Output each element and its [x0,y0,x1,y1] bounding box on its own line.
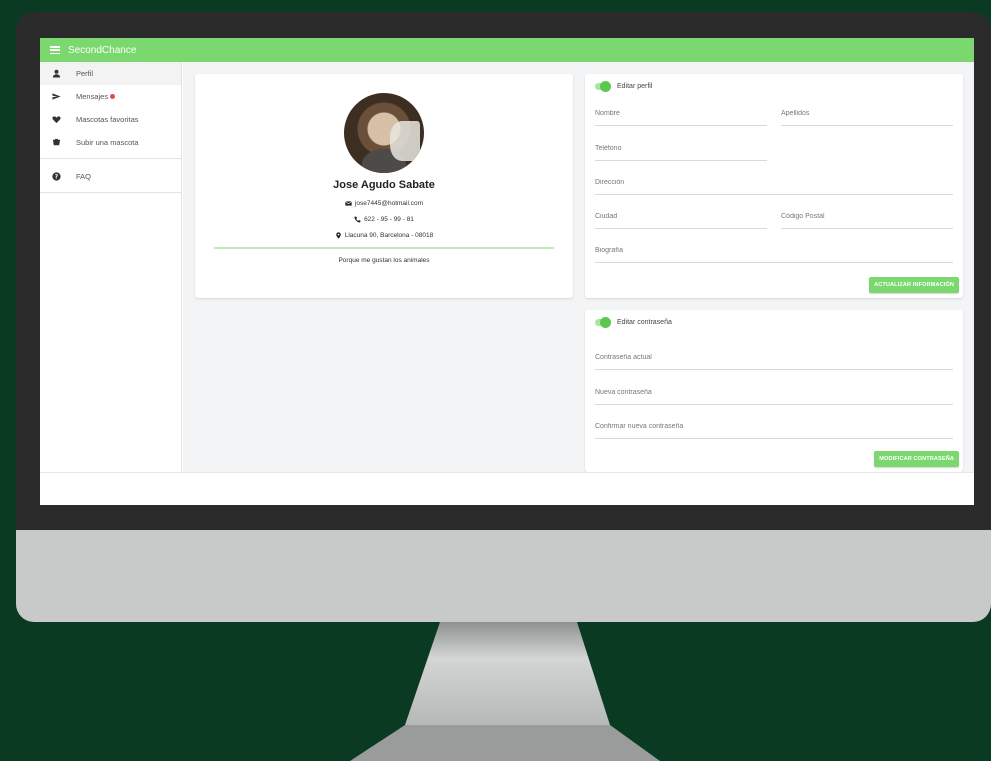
main-content: Jose Agudo Sabate jose7445@hotmail.com 6… [183,62,974,472]
profile-bio: Porque me gustan los animales [338,256,430,264]
footer-band [40,472,974,505]
edit-profile-toggle-row: Editar perfil [595,81,653,92]
edit-profile-toggle-label: Editar perfil [617,83,653,90]
profile-email: jose7445@hotmail.com [354,200,424,207]
location-icon [335,232,341,239]
sidebar-item-perfil[interactable]: Perfil [40,62,181,85]
apellidos-field[interactable] [781,104,953,126]
contrasena-actual-input[interactable] [595,354,953,361]
sidebar-divider [40,158,181,159]
phone-icon [354,216,361,223]
heart-icon [51,115,61,125]
nueva-contrasena-input[interactable] [595,389,953,396]
codigo-postal-field[interactable] [781,207,953,229]
app-title: SecondChance [68,44,137,56]
sidebar-item-faq[interactable]: ? FAQ [40,165,181,188]
app-bar: SecondChance [40,38,974,62]
edit-profile-toggle[interactable] [595,81,611,92]
profile-divider [214,247,554,249]
direccion-field[interactable] [595,173,953,195]
profile-address: Llacuna 90, Barcelona - 08018 [344,232,434,239]
mail-icon [345,201,352,206]
sidebar-item-subir-mascota[interactable]: Subir una mascota [40,131,181,154]
nombre-input[interactable] [595,110,767,117]
sidebar-item-label: Mascotas favoritas [76,115,139,124]
sidebar-item-label: Perfil [76,69,94,78]
paw-icon [51,138,61,148]
edit-password-toggle[interactable] [595,317,611,328]
ciudad-input[interactable] [595,213,767,220]
help-icon: ? [51,172,61,182]
profile-address-row: Llacuna 90, Barcelona - 08018 [195,232,573,239]
avatar [344,93,424,173]
ciudad-field[interactable] [595,207,767,229]
edit-password-card: Editar contraseña MODIFICAR CONTRASEÑA [585,310,963,472]
nueva-contrasena-field[interactable] [595,383,953,405]
telefono-field[interactable] [595,139,767,161]
sidebar-item-mascotas-favoritas[interactable]: Mascotas favoritas [40,108,181,131]
sidebar-item-mensajes[interactable]: Mensajes [40,85,181,108]
biografia-field[interactable] [595,241,953,263]
confirmar-contrasena-input[interactable] [595,423,953,430]
profile-phone-row: 622 - 95 - 99 - 81 [195,216,573,223]
actualizar-informacion-button[interactable]: ACTUALIZAR INFORMACIÓN [869,277,959,293]
profile-name: Jose Agudo Sabate [333,179,435,191]
contrasena-actual-field[interactable] [595,348,953,370]
biografia-input[interactable] [595,247,953,254]
sidebar: Perfil Mensajes Mascotas favoritas Subir… [40,62,182,472]
menu-icon[interactable] [50,46,60,54]
sidebar-divider [40,192,181,193]
person-icon [51,69,61,79]
edit-password-toggle-label: Editar contraseña [617,319,672,326]
sidebar-item-label: Subir una mascota [76,138,139,147]
profile-phone: 622 - 95 - 99 - 81 [364,216,414,223]
profile-email-row: jose7445@hotmail.com [195,200,573,207]
edit-password-toggle-row: Editar contraseña [595,317,672,328]
direccion-input[interactable] [595,179,953,186]
notification-badge [110,94,116,99]
sidebar-item-label: Mensajes [76,92,109,101]
sidebar-item-label: FAQ [76,172,92,181]
send-icon [51,92,61,102]
modificar-contrasena-button[interactable]: MODIFICAR CONTRASEÑA [874,451,959,467]
codigo-postal-input[interactable] [781,213,953,220]
screen: SecondChance Perfil Mensajes Mascotas fa… [40,38,974,505]
monitor-chin [16,530,991,622]
telefono-input[interactable] [595,145,767,152]
profile-card: Jose Agudo Sabate jose7445@hotmail.com 6… [195,74,573,298]
apellidos-input[interactable] [781,110,953,117]
confirmar-contrasena-field[interactable] [595,417,953,439]
nombre-field[interactable] [595,104,767,126]
edit-profile-card: Editar perfil ACTUALIZAR INFORMACIÓN [585,74,963,298]
